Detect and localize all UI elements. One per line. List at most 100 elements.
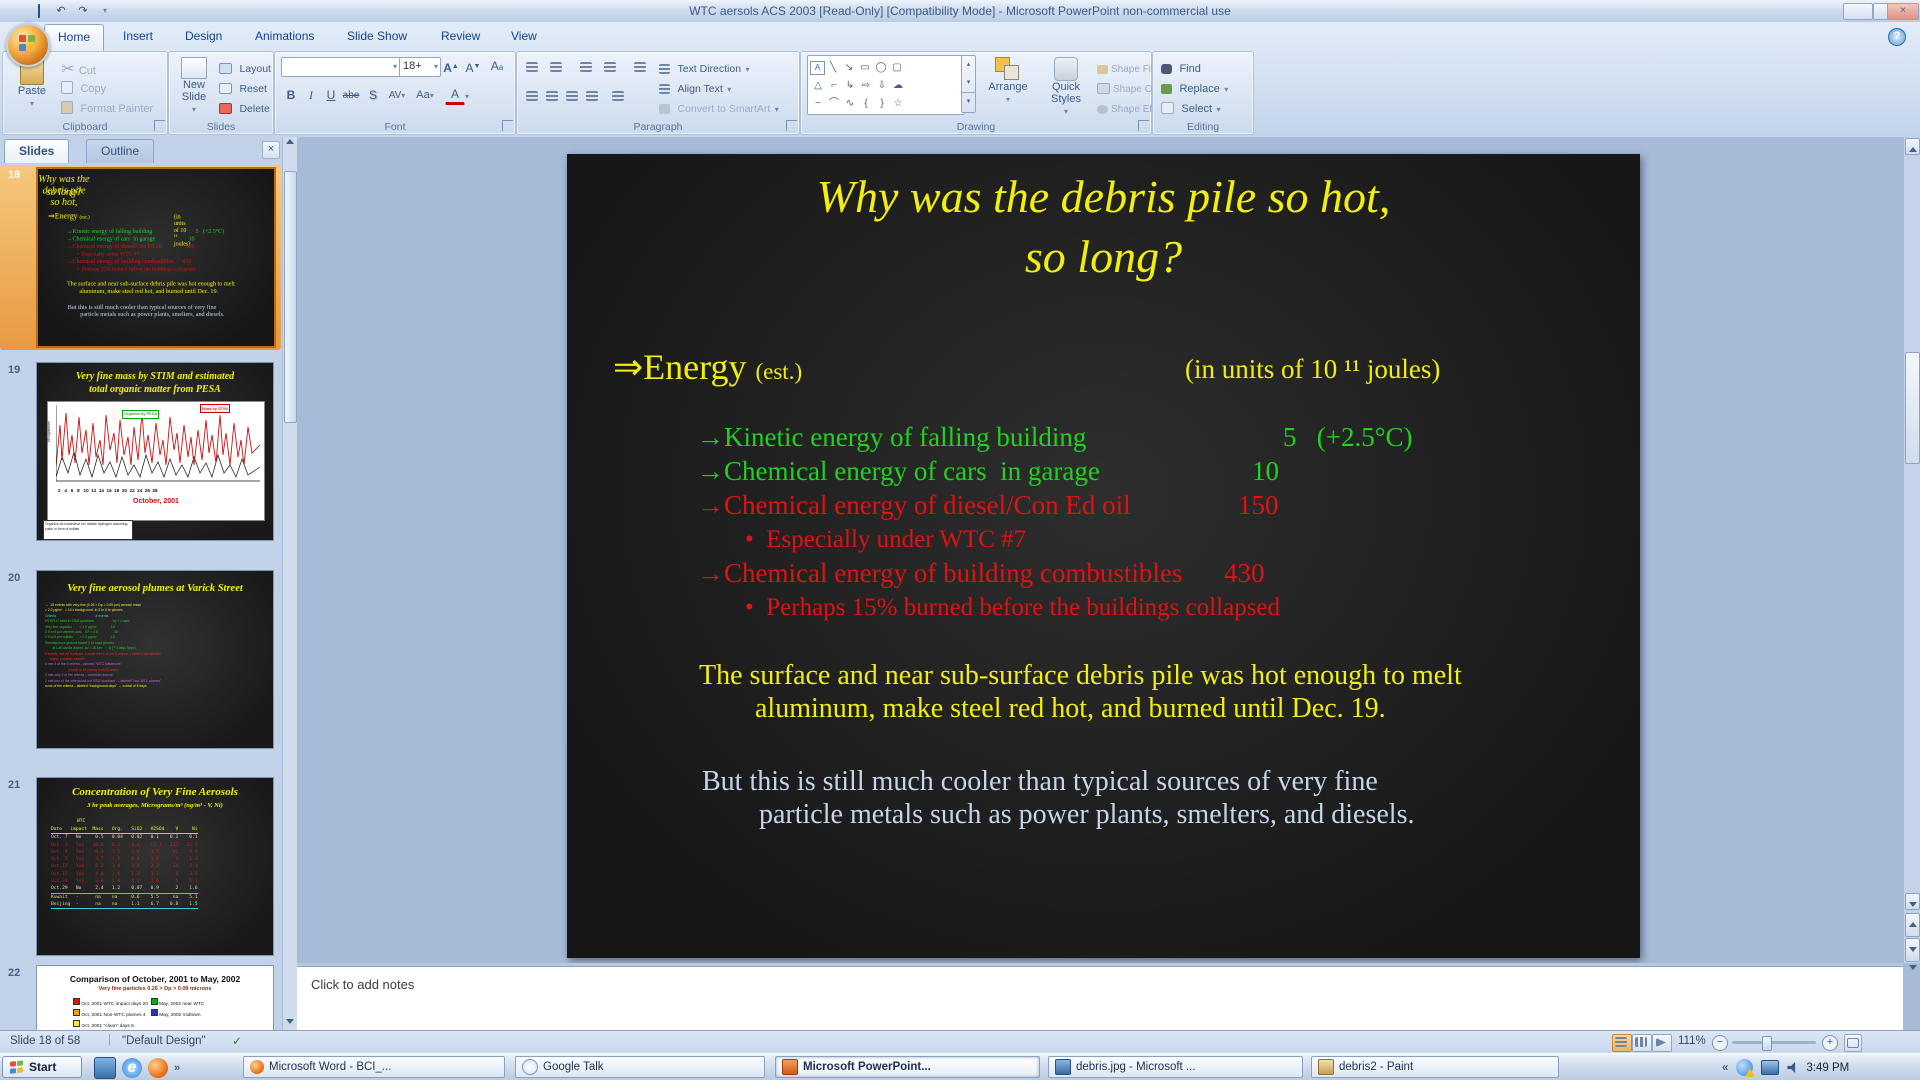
font-color-button[interactable]: A	[445, 86, 465, 105]
zoom-slider-track[interactable]	[1732, 1041, 1816, 1044]
tab-outline-pane[interactable]: Outline	[86, 139, 154, 163]
drawing-dialog-launcher[interactable]	[1138, 120, 1149, 131]
shape-star-icon[interactable]: ☆	[890, 96, 906, 111]
save-icon[interactable]	[30, 3, 48, 19]
font-name-combo[interactable]: ▾	[281, 57, 401, 77]
energy-units[interactable]: (in units of 10 ¹¹ joules)	[1185, 354, 1440, 385]
text-shadow-button[interactable]: S	[363, 86, 383, 106]
thumbnail-slide-21[interactable]: 21 Concentration of Very Fine Aerosols 3…	[0, 775, 281, 958]
align-center-button[interactable]	[543, 86, 563, 106]
character-spacing-button[interactable]: AV▾	[387, 86, 407, 106]
bold-button[interactable]: B	[281, 86, 301, 106]
select-button[interactable]: Select ▾	[1161, 99, 1221, 117]
energy-item-combustibles-value[interactable]: 430	[1224, 558, 1265, 589]
office-button[interactable]	[6, 23, 50, 67]
tab-slides-pane[interactable]: Slides	[4, 139, 69, 163]
clipboard-dialog-launcher[interactable]	[154, 120, 165, 131]
thumbnail-image-22[interactable]: Comparison of October, 2001 to May, 2002…	[36, 965, 274, 1030]
start-button[interactable]: Start	[2, 1056, 82, 1078]
convert-smartart-button[interactable]: Convert to SmartArt ▾	[659, 99, 779, 117]
sub-bullet-burned[interactable]: • Perhaps 15% burned before the building…	[745, 594, 1280, 622]
thumbnail-image-21[interactable]: Concentration of Very Fine Aerosols 3 hr…	[36, 777, 274, 956]
gallery-down-icon[interactable]: ▾	[962, 74, 975, 92]
shape-scribble-icon[interactable]: ~	[810, 96, 826, 111]
shape-triangle-icon[interactable]: △	[810, 78, 826, 93]
previous-slide-button[interactable]	[1905, 913, 1920, 937]
arrange-button[interactable]: Arrange ▾	[981, 57, 1035, 105]
qat-customize-icon[interactable]: ▾	[96, 3, 114, 19]
tab-slide-show[interactable]: Slide Show	[334, 24, 420, 49]
energy-item-diesel[interactable]: →Chemical energy of diesel/Con Ed oil	[697, 490, 1131, 521]
energy-heading[interactable]: ⇒Energy (est.)	[613, 346, 802, 388]
minimize-button[interactable]	[1843, 3, 1873, 20]
taskbar-button-powerpoint[interactable]: Microsoft PowerPoint...	[775, 1056, 1040, 1078]
panel-scrollbar[interactable]	[282, 137, 297, 1030]
zoom-out-icon[interactable]: −	[1712, 1035, 1728, 1051]
columns-button[interactable]	[609, 86, 629, 106]
italic-button[interactable]: I	[301, 86, 321, 106]
gallery-up-icon[interactable]: ▴	[962, 56, 975, 74]
shape-brace-left-icon[interactable]: {	[858, 96, 874, 111]
delete-button[interactable]: Delete	[219, 99, 270, 117]
shape-down-arrow-icon[interactable]: ⇩	[874, 78, 890, 93]
replace-button[interactable]: Replace ▾	[1161, 79, 1228, 97]
decrease-indent-button[interactable]	[577, 57, 597, 77]
cut-button[interactable]: ✂ Cut	[61, 59, 96, 79]
align-text-button[interactable]: Align Text ▾	[659, 79, 731, 97]
panel-scroll-up-icon[interactable]	[284, 137, 295, 149]
zoom-percentage[interactable]: 111%	[1678, 1035, 1706, 1047]
scroll-thumb[interactable]	[1905, 352, 1920, 464]
thumbnail-slide-20[interactable]: 20 Very fine aerosol plumes at Varick St…	[0, 568, 281, 751]
shape-cloud-icon[interactable]: ☁	[890, 78, 906, 93]
normal-view-button[interactable]	[1612, 1034, 1632, 1052]
clear-formatting-button[interactable]: Aa	[487, 57, 507, 77]
next-slide-button[interactable]	[1905, 938, 1920, 962]
paragraph-cooler-line1[interactable]: But this is still much cooler than typic…	[702, 766, 1378, 798]
gallery-more-icon[interactable]: ▾	[962, 92, 975, 111]
clock[interactable]: 3:49 PM	[1806, 1062, 1849, 1074]
undo-icon[interactable]: ↶	[52, 3, 70, 19]
slide-canvas[interactable]: Why was the debris pile so hot, so long?…	[567, 154, 1640, 958]
internet-explorer-icon[interactable]: e	[122, 1058, 142, 1078]
fit-to-window-icon[interactable]	[1844, 1034, 1862, 1052]
paragraph-surface-line2[interactable]: aluminum, make steel red hot, and burned…	[755, 693, 1386, 725]
firefox-icon[interactable]	[148, 1058, 168, 1078]
increase-indent-button[interactable]	[601, 57, 621, 77]
align-left-button[interactable]	[523, 86, 543, 106]
speaker-icon[interactable]	[1787, 1062, 1798, 1073]
font-color-caret-icon[interactable]: ▾	[465, 92, 469, 101]
help-icon[interactable]: ?	[1888, 28, 1906, 46]
paragraph-cooler-line2[interactable]: particle metals such as power plants, sm…	[759, 799, 1414, 831]
line-spacing-button[interactable]	[631, 57, 651, 77]
energy-item-diesel-value[interactable]: 150	[1238, 490, 1279, 521]
shrink-font-button[interactable]: A▼	[463, 57, 483, 77]
reset-button[interactable]: Reset	[219, 79, 267, 97]
zoom-in-icon[interactable]: +	[1822, 1035, 1838, 1051]
font-dialog-launcher[interactable]	[502, 120, 513, 131]
tab-view[interactable]: View	[498, 24, 550, 49]
taskbar-button-debris-jpg[interactable]: debris.jpg - Microsoft ...	[1048, 1056, 1303, 1078]
panel-scroll-thumb[interactable]	[284, 171, 297, 423]
format-painter-button[interactable]: Format Painter	[61, 99, 153, 117]
taskbar-button-paint[interactable]: debris2 - Paint	[1311, 1056, 1559, 1078]
energy-item-cars-value[interactable]: 10	[1252, 456, 1279, 487]
justify-button[interactable]	[583, 86, 603, 106]
show-desktop-icon[interactable]	[94, 1057, 116, 1079]
network-icon[interactable]	[1761, 1060, 1779, 1075]
tab-home[interactable]: Home	[44, 24, 104, 51]
align-right-button[interactable]	[563, 86, 583, 106]
shape-rounded-rect-icon[interactable]: ▢	[889, 60, 905, 75]
shape-right-arrow-icon[interactable]: ⇨	[858, 78, 874, 93]
numbering-button[interactable]	[547, 57, 567, 77]
tray-expand-icon[interactable]: «	[1722, 1062, 1728, 1074]
shape-arc-icon[interactable]: ⌒	[826, 96, 842, 111]
main-scrollbar[interactable]	[1903, 137, 1920, 963]
shape-arrow-icon[interactable]: ↘	[841, 60, 857, 75]
thumbnail-image-20[interactable]: Very fine aerosol plumes at Varick Stree…	[36, 570, 274, 749]
notes-placeholder[interactable]: Click to add notes	[311, 977, 414, 992]
slide-title-line1[interactable]: Why was the debris pile so hot,	[567, 170, 1640, 223]
shape-rectangle-icon[interactable]: ▭	[857, 60, 873, 75]
shape-fill-button[interactable]: Shape Fill	[1097, 59, 1155, 77]
shape-line-icon[interactable]: ╲	[825, 60, 841, 75]
text-direction-button[interactable]: Text Direction ▾	[659, 59, 750, 77]
